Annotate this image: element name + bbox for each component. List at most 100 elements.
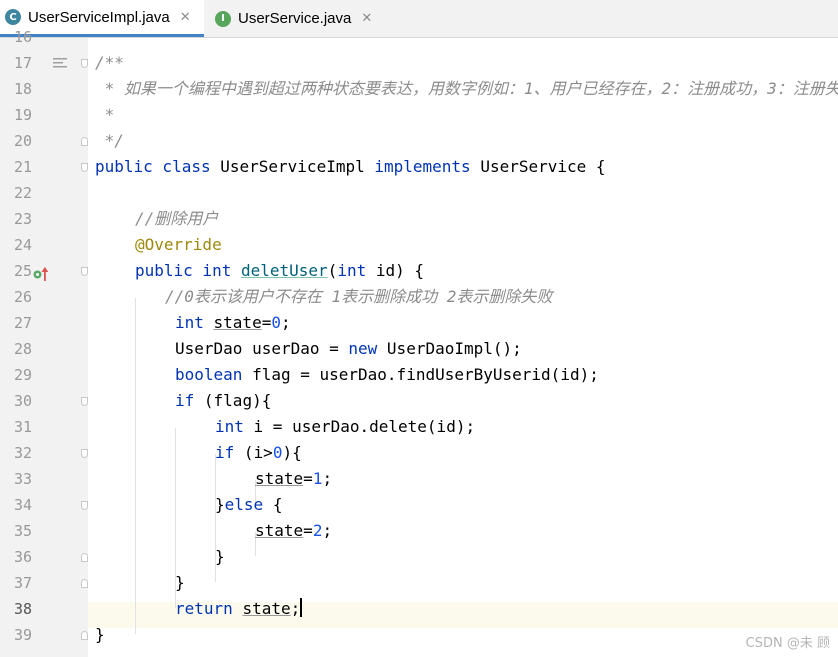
code-token: ; [280, 313, 291, 332]
code-line[interactable]: } [95, 622, 105, 648]
code-token: 0 [272, 443, 283, 462]
code-token: return [175, 599, 243, 618]
text-caret [300, 598, 303, 617]
code-token: public class [95, 157, 221, 176]
fold-end-icon[interactable] [81, 579, 88, 588]
close-icon[interactable]: ✕ [361, 11, 372, 26]
code-line[interactable]: } [215, 544, 225, 570]
code-token: */ [95, 131, 124, 150]
code-line[interactable]: /** [95, 50, 124, 76]
code-token: (flag){ [203, 391, 272, 410]
line-number: 39 [13, 626, 32, 644]
tab-label: UserService.java [238, 10, 352, 27]
code-token: 1 [312, 469, 323, 488]
code-line[interactable]: public int deletUser(int id) { [135, 258, 424, 284]
code-token: int [215, 417, 254, 436]
tab-userservice[interactable]: I UserService.java ✕ [209, 0, 387, 37]
code-token: /** [95, 53, 124, 72]
fold-end-icon[interactable] [81, 553, 88, 562]
fold-marker-icon[interactable] [81, 267, 88, 276]
fold-marker-icon[interactable] [81, 163, 88, 172]
code-token: @Override [135, 235, 222, 254]
code-token: ; [322, 469, 333, 488]
code-token: { [272, 495, 283, 514]
code-line[interactable]: //删除用户 [135, 206, 218, 232]
fold-marker-icon[interactable] [81, 59, 88, 68]
code-line[interactable]: return state; [175, 596, 303, 622]
code-token: if [215, 443, 244, 462]
line-number: 16 [13, 28, 32, 46]
fold-marker-icon[interactable] [81, 501, 88, 510]
code-line[interactable]: }else { [215, 492, 282, 518]
code-token: new [348, 339, 387, 358]
code-token: UserDao userDao = [175, 339, 349, 358]
line-number: 28 [13, 340, 32, 358]
editor-tab-bar: C UserServiceImpl.java ✕ I UserService.j… [0, 0, 838, 38]
fold-marker-icon[interactable] [81, 449, 88, 458]
code-token: implements [374, 157, 481, 176]
line-number-gutter: 16 17 18 19 20 21 22 23 24 25 26 27 28 29 30 31 32 33 34 3… [0, 28, 88, 657]
doc-comment-icon[interactable] [53, 57, 67, 69]
code-line[interactable]: * [95, 102, 115, 128]
line-number: 29 [13, 366, 32, 384]
code-token: = [303, 469, 313, 488]
code-token: int [175, 313, 214, 332]
code-line[interactable]: */ [95, 128, 124, 154]
line-number: 32 [13, 444, 32, 462]
line-number: 33 [13, 470, 32, 488]
code-line[interactable]: boolean flag = userDao.findUserByUserid(… [175, 362, 599, 388]
line-number: 27 [13, 314, 32, 332]
code-token: i = userDao.delete(id); [253, 417, 476, 436]
code-token: (i> [243, 443, 273, 462]
code-token: } [215, 495, 225, 514]
code-token: //0表示该用户不存在 1表示删除成功 2表示删除失败 [165, 287, 553, 306]
code-token: * 如果一个编程中遇到超过两种状态要表达，用数字例如：1、用户已经存在，2：注册… [95, 79, 838, 98]
line-number: 35 [13, 522, 32, 540]
line-number: 30 [13, 392, 32, 410]
code-line[interactable]: public class UserServiceImpl implements … [95, 154, 606, 180]
code-token: state [255, 521, 304, 540]
code-token: state [255, 469, 304, 488]
code-token: } [95, 625, 105, 644]
code-token: UserService { [480, 157, 606, 176]
code-token: ( [327, 261, 338, 280]
code-line[interactable]: * 如果一个编程中遇到超过两种状态要表达，用数字例如：1、用户已经存在，2：注册… [95, 76, 838, 102]
line-number: 22 [13, 184, 32, 202]
fold-end-icon[interactable] [81, 631, 88, 640]
fold-end-icon[interactable] [81, 137, 88, 146]
code-token: if [175, 391, 204, 410]
code-token: ){ [282, 443, 302, 462]
line-number: 18 [13, 80, 32, 98]
code-token: state [213, 313, 262, 332]
code-line[interactable]: if (flag){ [175, 388, 271, 414]
code-line[interactable]: if (i>0){ [215, 440, 302, 466]
implementing-method-icon[interactable] [33, 267, 49, 281]
code-token: 0 [271, 313, 281, 332]
close-icon[interactable]: ✕ [180, 10, 191, 25]
line-number: 37 [13, 574, 32, 592]
fold-marker-icon[interactable] [81, 397, 88, 406]
code-token: int [337, 261, 376, 280]
code-token: ; [322, 521, 333, 540]
code-token: //删除用户 [135, 209, 219, 228]
code-token: } [215, 547, 225, 566]
line-number: 38 [13, 600, 32, 618]
code-line[interactable]: int i = userDao.delete(id); [215, 414, 475, 440]
code-line[interactable]: int state=0; [175, 310, 291, 336]
tab-label: UserServiceImpl.java [28, 8, 170, 26]
code-line[interactable]: } [175, 570, 185, 596]
code-line[interactable]: //0表示该用户不存在 1表示删除成功 2表示删除失败 [165, 284, 552, 310]
code-line[interactable]: @Override [135, 232, 222, 258]
line-number: 25 [13, 262, 32, 280]
code-token: deletUser [240, 261, 328, 280]
code-line[interactable]: state=1; [255, 466, 332, 492]
code-token: UserDaoImpl(); [386, 339, 522, 358]
indent-guide [135, 298, 136, 634]
code-token: flag = userDao.findUserByUserid(id); [252, 365, 599, 384]
line-number: 23 [13, 210, 32, 228]
code-token: } [175, 573, 185, 592]
code-line[interactable]: state=2; [255, 518, 332, 544]
line-number: 17 [13, 54, 32, 72]
code-line[interactable]: UserDao userDao = new UserDaoImpl(); [175, 336, 522, 362]
code-token: state [242, 599, 291, 618]
